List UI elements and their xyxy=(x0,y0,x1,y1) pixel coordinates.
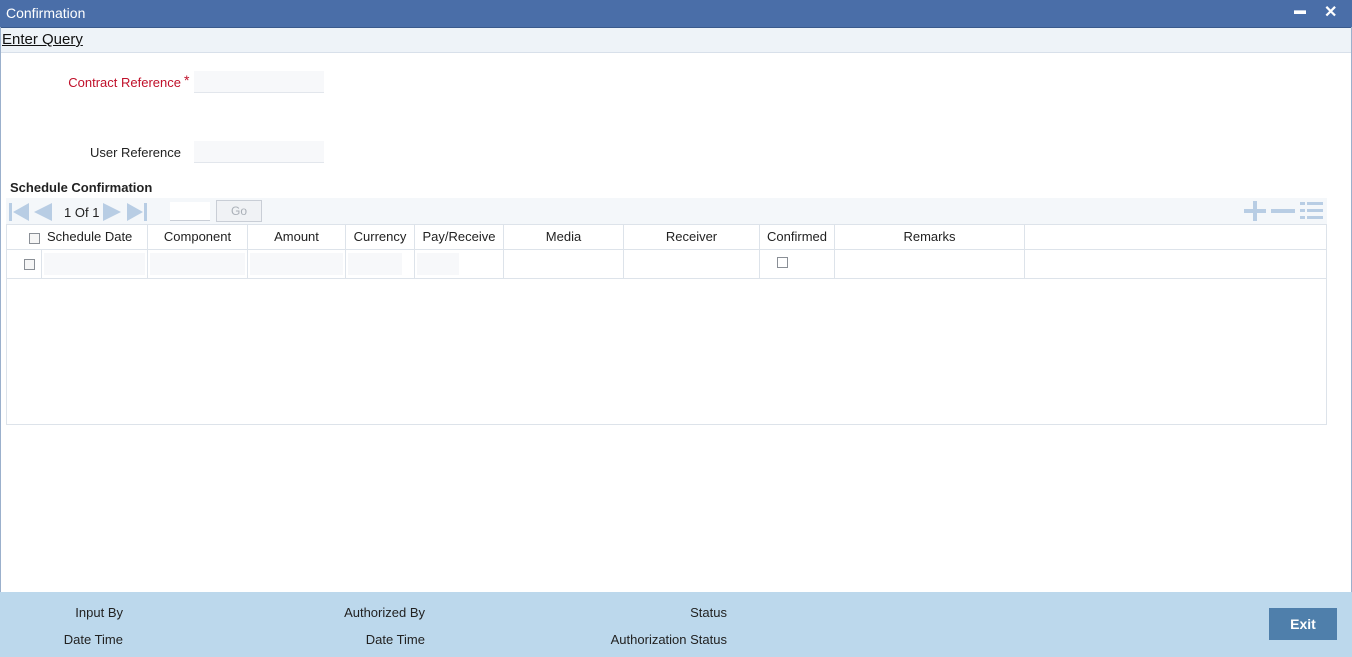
receiver-cell[interactable] xyxy=(624,250,760,278)
select-all-checkbox[interactable] xyxy=(29,233,40,244)
audit-footer: Input By Date Time Authorized By Date Ti… xyxy=(0,592,1352,657)
amount-cell[interactable] xyxy=(248,250,346,278)
window-title-bar: Confirmation ▬ ✕ xyxy=(0,0,1352,28)
authorized-by-label: Authorized By xyxy=(344,605,425,620)
frame-border-left xyxy=(0,27,1,592)
user-reference-input[interactable] xyxy=(194,141,324,163)
media-cell[interactable] xyxy=(504,250,624,278)
column-header-media: Media xyxy=(504,225,624,249)
column-header-amount: Amount xyxy=(248,225,346,249)
pager-current: 1 xyxy=(64,205,72,220)
pager-of: Of xyxy=(74,205,89,220)
column-header-currency: Currency xyxy=(346,225,415,249)
grid-navigation-bar: 1 Of 1 Go xyxy=(6,198,1327,224)
column-header-component: Component xyxy=(148,225,248,249)
grid-header-row: Schedule Date Component Amount Currency … xyxy=(7,225,1326,250)
row-select-cell xyxy=(7,250,42,278)
authorization-status-label: Authorization Status xyxy=(610,632,727,647)
single-record-view-icon[interactable] xyxy=(1299,201,1325,221)
table-row xyxy=(7,250,1326,279)
column-header-remarks: Remarks xyxy=(835,225,1025,249)
close-icon[interactable]: ✕ xyxy=(1324,2,1337,22)
pay-receive-cell[interactable] xyxy=(415,250,504,278)
amount-input[interactable] xyxy=(250,253,343,275)
delete-row-icon[interactable] xyxy=(1270,201,1296,221)
column-header-pay-receive: Pay/Receive xyxy=(415,225,504,249)
schedule-date-cell[interactable] xyxy=(42,250,148,278)
schedule-confirmation-grid: Schedule Date Component Amount Currency … xyxy=(6,224,1327,425)
column-header-schedule-date: Schedule Date xyxy=(7,225,148,249)
pager-total: 1 xyxy=(92,205,100,220)
column-header-confirmed: Confirmed xyxy=(760,225,835,249)
contract-reference-label: Contract Reference xyxy=(68,75,181,90)
schedule-confirmation-title: Schedule Confirmation xyxy=(10,180,153,195)
pager-text: 1 Of 1 xyxy=(64,205,99,220)
row-select-checkbox[interactable] xyxy=(24,259,35,270)
last-page-icon[interactable] xyxy=(126,202,148,222)
window-title: Confirmation xyxy=(6,5,86,21)
minimize-icon[interactable]: ▬ xyxy=(1294,3,1306,17)
first-page-icon[interactable] xyxy=(8,202,30,222)
column-header-receiver: Receiver xyxy=(624,225,760,249)
filler-cell xyxy=(1025,250,1326,278)
confirmed-cell xyxy=(760,250,835,278)
component-input[interactable] xyxy=(150,253,245,275)
user-reference-label: User Reference xyxy=(89,145,181,160)
required-marker: * xyxy=(184,72,190,88)
confirmed-checkbox[interactable] xyxy=(777,257,788,268)
currency-cell[interactable] xyxy=(346,250,415,278)
go-button[interactable]: Go xyxy=(216,200,262,222)
contract-reference-input[interactable] xyxy=(194,71,324,93)
status-label: Status xyxy=(690,605,727,620)
previous-page-icon[interactable] xyxy=(32,202,54,222)
input-by-label: Input By xyxy=(75,605,123,620)
column-label: Schedule Date xyxy=(47,229,133,244)
component-cell[interactable] xyxy=(148,250,248,278)
currency-input[interactable] xyxy=(348,253,402,275)
authorized-date-time-label: Date Time xyxy=(365,632,425,647)
date-time-label: Date Time xyxy=(63,632,123,647)
exit-button[interactable]: Exit xyxy=(1269,608,1337,640)
add-row-icon[interactable] xyxy=(1242,201,1268,221)
toolbar: Enter Query xyxy=(1,28,1351,53)
enter-query-link[interactable]: Enter Query xyxy=(2,31,83,48)
remarks-cell[interactable] xyxy=(835,250,1025,278)
pay-receive-select[interactable] xyxy=(417,253,459,275)
page-number-input[interactable] xyxy=(170,202,210,221)
schedule-date-input[interactable] xyxy=(44,253,145,275)
next-page-icon[interactable] xyxy=(101,202,123,222)
